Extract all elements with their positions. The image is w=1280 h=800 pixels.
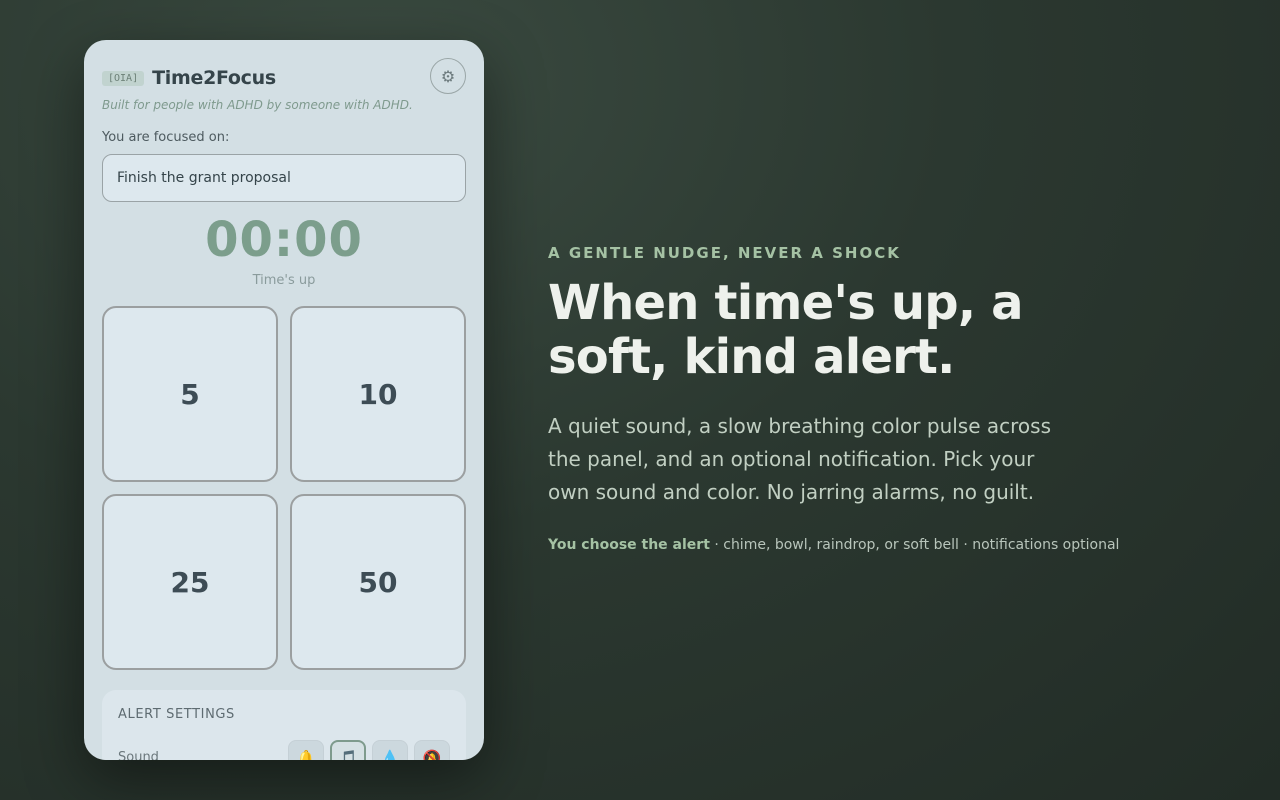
timer-display: 00:00 [205,212,363,268]
sound-label: Sound [118,750,159,760]
timer-status: Time's up [252,273,316,288]
tagline: Built for people with ADHD by someone wi… [102,98,413,112]
hero-footnote: You choose the alert · chime, bowl, rain… [548,537,1148,553]
sound-option-mute[interactable]: 🔕 [414,740,450,760]
alert-settings-card: ALERT SETTINGS Sound 🔔 🎵 💧 🔕 [102,690,466,760]
brand-tag: [OIA] [102,70,145,86]
hero-body: A quiet sound, a slow breathing color pu… [548,414,1051,504]
focus-input[interactable]: Finish the grant proposal [102,154,466,202]
focus-label: You are focused on: [102,130,230,145]
footnote-details: · chime, bowl, raindrop, or soft bell · … [709,537,1120,553]
bell-off-icon: 🔕 [422,749,442,760]
sound-option-raindrop[interactable]: 💧 [372,740,408,760]
footnote-emphasis: You choose the alert [548,537,710,553]
raindrop-icon: 💧 [380,749,400,760]
preset-50-button[interactable]: 50 [290,494,466,670]
gear-icon: ⚙ [440,66,456,86]
preset-25-button[interactable]: 25 [102,494,278,670]
app-title: Time2Focus [152,67,276,89]
timer-panel: [OIA] Time2Focus ⚙ Built for people with… [84,40,484,760]
hero-eyebrow: A GENTLE NUDGE, NEVER A SHOCK [548,244,901,262]
preset-10-button[interactable]: 10 [290,306,466,482]
panel-header: [OIA] Time2Focus [102,66,466,90]
hero-headline: When time's up, a soft, kind alert. [548,275,1024,385]
music-note-icon: 🎵 [338,749,358,760]
sound-options: 🔔 🎵 💧 🔕 [288,740,450,760]
alert-settings-title: ALERT SETTINGS [118,707,235,722]
sound-option-bell[interactable]: 🔔 [288,740,324,760]
sound-option-music[interactable]: 🎵 [330,740,366,760]
bell-icon: 🔔 [296,749,316,760]
preset-5-button[interactable]: 5 [102,306,278,482]
hero-section: A GENTLE NUDGE, NEVER A SHOCK When time'… [548,244,1148,553]
settings-button[interactable]: ⚙ [430,58,466,94]
